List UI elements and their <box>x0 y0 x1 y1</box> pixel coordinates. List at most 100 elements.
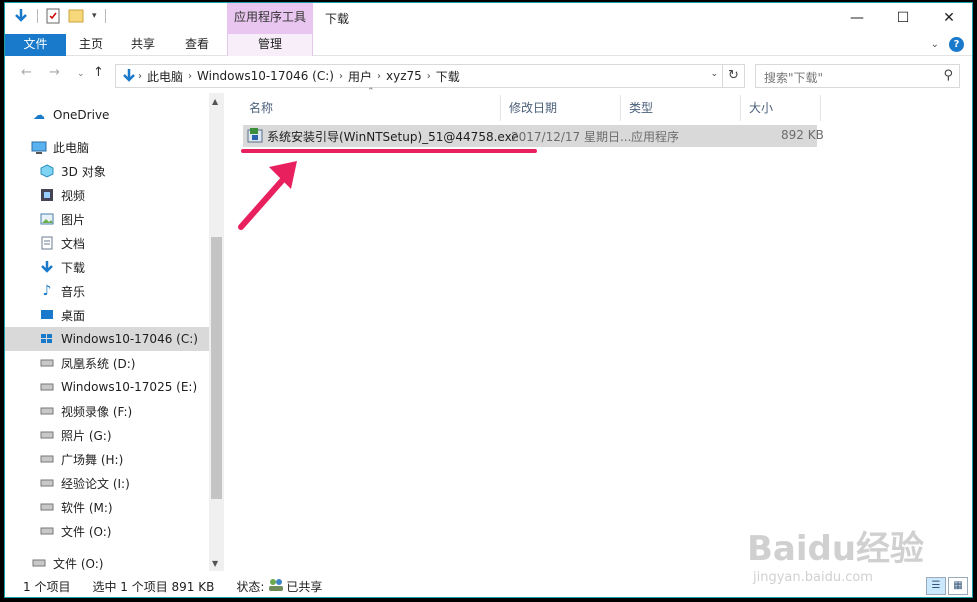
nav-item-label: 此电脑 <box>53 140 90 155</box>
quick-access-toolbar: ▾ <box>13 8 106 24</box>
nav-item-drive-o-network[interactable]: 文件 (O:) <box>31 551 103 575</box>
cube-icon <box>39 164 55 178</box>
scroll-up-icon[interactable]: ▲ <box>212 97 218 106</box>
download-location-icon <box>123 69 135 82</box>
file-date: 2017/12/17 星期日... <box>511 130 632 144</box>
drive-icon <box>39 380 55 394</box>
nav-item-this-pc[interactable]: 此电脑 <box>31 135 89 159</box>
customize-toolbar-icon[interactable]: ▾ <box>92 11 97 21</box>
file-row[interactable]: 系统安装引导(WinNTSetup)_51@44758.exe 2017/12/… <box>243 125 824 147</box>
desktop-icon <box>39 308 55 322</box>
address-dropdown-icon[interactable]: ⌄ <box>710 69 718 79</box>
ribbon-tabs: 文件 主页 共享 查看 管理 ⌄ ? <box>5 34 972 56</box>
tab-home[interactable]: 主页 <box>71 34 111 56</box>
search-box[interactable]: 搜索"下载" ⚲ <box>755 64 960 88</box>
computer-icon <box>31 140 47 154</box>
nav-item-label: 图片 <box>61 212 86 227</box>
expand-ribbon-icon[interactable]: ⌄ <box>931 39 939 50</box>
shared-status: 已共享 <box>286 579 323 594</box>
maximize-button[interactable]: ☐ <box>880 3 926 32</box>
file-type: 应用程序 <box>631 130 680 144</box>
nav-scrollbar[interactable]: ▲ ▼ <box>209 93 224 571</box>
tab-share[interactable]: 共享 <box>123 34 163 56</box>
nav-item-pictures[interactable]: 图片 <box>39 207 85 231</box>
column-header-name[interactable]: 名称 <box>243 95 501 121</box>
drive-icon <box>39 500 55 514</box>
column-header-type[interactable]: 类型 <box>623 95 741 121</box>
tab-file[interactable]: 文件 <box>5 34 66 56</box>
nav-item-music[interactable]: ♪ 音乐 <box>39 279 85 303</box>
tab-view[interactable]: 查看 <box>177 34 217 56</box>
breadcrumb-users[interactable]: 用户 <box>343 68 377 85</box>
scroll-down-icon[interactable]: ▼ <box>212 559 218 568</box>
recent-locations-icon[interactable]: ⌄ <box>77 69 85 79</box>
toolbar-separator <box>37 9 38 23</box>
nav-item-label: 广场舞 (H:) <box>61 452 124 467</box>
close-button[interactable]: ✕ <box>926 3 972 32</box>
nav-item-label: Windows10-17025 (E:) <box>61 380 198 394</box>
shared-users-icon <box>268 578 284 595</box>
nav-item-downloads[interactable]: 下载 <box>39 255 85 279</box>
document-icon <box>39 236 55 250</box>
nav-item-label: 视频录像 (F:) <box>61 404 133 419</box>
drive-icon <box>39 452 55 466</box>
context-tab-app-tools: 应用程序工具 <box>227 3 313 34</box>
share-state-label: 状态: <box>236 579 265 594</box>
nav-item-3d-objects[interactable]: 3D 对象 <box>39 159 106 183</box>
nav-item-label: OneDrive <box>53 108 110 122</box>
column-header-date[interactable]: 修改日期 <box>503 95 621 121</box>
forward-arrow-icon[interactable]: → <box>49 65 60 80</box>
download-folder-icon[interactable] <box>13 8 29 24</box>
large-icons-view-icon[interactable]: ▦ <box>948 577 968 595</box>
breadcrumb-downloads[interactable]: 下载 <box>431 68 465 85</box>
breadcrumb-user[interactable]: xyz75 <box>381 69 427 83</box>
nav-item-drive-e[interactable]: Windows10-17025 (E:) <box>39 375 197 399</box>
nav-item-drive-o[interactable]: 文件 (O:) <box>39 519 111 543</box>
nav-item-onedrive[interactable]: ☁ OneDrive <box>31 103 109 127</box>
drive-icon <box>39 356 55 370</box>
minimize-button[interactable]: — <box>834 3 880 32</box>
picture-icon <box>39 212 55 226</box>
scroll-thumb[interactable] <box>211 237 222 499</box>
explorer-window: ▾ 应用程序工具 下载 — ☐ ✕ 文件 主页 共享 查看 管理 ⌄ ? ← →… <box>4 2 973 598</box>
nav-item-drive-d[interactable]: 凤凰系统 (D:) <box>39 351 135 375</box>
system-drive-icon <box>39 332 55 346</box>
nav-item-drive-i[interactable]: 经验论文 (I:) <box>39 471 130 495</box>
nav-item-drive-f[interactable]: 视频录像 (F:) <box>39 399 132 423</box>
up-arrow-icon[interactable]: ↑ <box>93 65 104 80</box>
nav-item-documents[interactable]: 文档 <box>39 231 85 255</box>
help-icon[interactable]: ? <box>949 37 964 52</box>
nav-item-drive-c[interactable]: Windows10-17046 (C:) <box>5 327 209 351</box>
nav-item-label: 凤凰系统 (D:) <box>61 356 136 371</box>
file-size: 892 KB <box>781 128 824 142</box>
details-view-icon[interactable]: ☰ <box>926 577 946 595</box>
properties-icon[interactable] <box>46 8 60 24</box>
breadcrumb-this-pc[interactable]: 此电脑 <box>142 68 188 85</box>
nav-item-label: Windows10-17046 (C:) <box>61 332 198 346</box>
tab-manage[interactable]: 管理 <box>227 34 313 56</box>
address-bar[interactable]: › 此电脑 › Windows10-17046 (C:) › 用户 › xyz7… <box>115 64 723 88</box>
drive-icon <box>39 476 55 490</box>
back-arrow-icon[interactable]: ← <box>21 65 32 80</box>
nav-item-drive-h[interactable]: 广场舞 (H:) <box>39 447 123 471</box>
search-icon[interactable]: ⚲ <box>943 68 953 83</box>
column-header-size[interactable]: 大小 <box>743 95 821 121</box>
music-icon: ♪ <box>42 283 52 299</box>
nav-item-label: 下载 <box>61 260 86 275</box>
refresh-icon[interactable]: ↻ <box>723 64 745 88</box>
nav-item-label: 音乐 <box>61 284 86 299</box>
nav-item-drive-g[interactable]: 照片 (G:) <box>39 423 112 447</box>
new-folder-icon[interactable] <box>68 8 84 24</box>
nav-item-label: 文档 <box>61 236 86 251</box>
selection-info: 选中 1 个项目 891 KB <box>92 579 215 594</box>
window-title: 下载 <box>325 12 350 26</box>
video-icon <box>39 188 55 202</box>
annotation-arrow-icon <box>238 161 297 230</box>
item-count: 1 个项目 <box>23 579 71 594</box>
highlight-underline <box>241 149 537 153</box>
nav-item-desktop[interactable]: 桌面 <box>39 303 85 327</box>
nav-item-drive-m[interactable]: 软件 (M:) <box>39 495 113 519</box>
nav-item-videos[interactable]: 视频 <box>39 183 85 207</box>
breadcrumb-drive-c[interactable]: Windows10-17046 (C:) <box>192 69 339 83</box>
drive-icon <box>31 556 47 570</box>
